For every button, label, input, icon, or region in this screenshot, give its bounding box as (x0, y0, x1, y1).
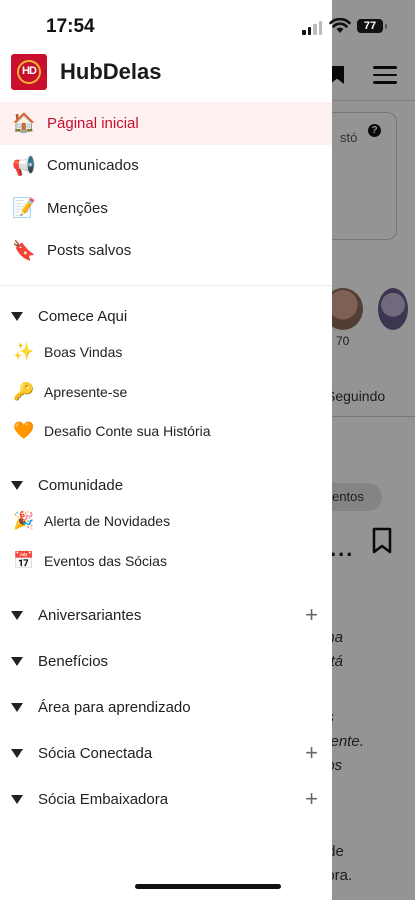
channel-label: Eventos das Sócias (44, 553, 167, 569)
section-beneficios[interactable]: Benefícios (0, 649, 332, 673)
navigation-drawer: HD HubDelas 🏠 Páginal inicial 📢 Comunica… (0, 0, 332, 900)
section-label: Comece Aqui (38, 307, 128, 325)
logo-text: HD (22, 65, 37, 77)
caret-down-icon (11, 748, 23, 758)
status-bar: 17:54 77 (0, 0, 415, 48)
section-area-para-aprendizado[interactable]: Área para aprendizado (0, 695, 332, 719)
megaphone-icon: 📢 (12, 155, 36, 177)
hubdelas-logo-icon: HD (11, 54, 47, 90)
battery-cap (385, 24, 387, 29)
caret-down-icon (11, 794, 23, 804)
brand-header[interactable]: HD HubDelas (11, 54, 161, 90)
nav-divider (0, 285, 332, 286)
memo-icon: 📝 (12, 198, 36, 220)
section-comunidade[interactable]: Comunidade (0, 473, 332, 497)
wifi-icon (329, 18, 351, 33)
section-label: Sócia Embaixadora (38, 790, 169, 808)
nav-item-label: Páginal inicial (47, 114, 139, 132)
channel-apresente-se[interactable]: 🔑 Apresente-se (0, 380, 332, 404)
brand-name: HubDelas (60, 59, 162, 84)
caret-down-icon (11, 656, 23, 666)
nav-item-home[interactable]: 🏠 Páginal inicial (0, 102, 332, 145)
nav-item-mencoes[interactable]: 📝 Menções (0, 187, 332, 230)
nav-item-comunicados[interactable]: 📢 Comunicados (0, 145, 332, 188)
battery-icon: 77 (357, 19, 383, 33)
add-channel-icon[interactable]: + (305, 742, 318, 764)
caret-down-icon (11, 610, 23, 620)
house-icon: 🏠 (12, 113, 36, 135)
channel-label: Desafio Conte sua História (44, 423, 211, 439)
channel-desafio-conte-sua-historia[interactable]: 🧡 Desafio Conte sua História (0, 419, 332, 443)
status-time: 17:54 (46, 16, 95, 37)
primary-nav: 🏠 Páginal inicial 📢 Comunicados 📝 Mençõe… (0, 102, 332, 272)
nav-item-label: Menções (47, 199, 108, 217)
home-indicator[interactable] (135, 884, 281, 889)
nav-item-label: Posts salvos (47, 242, 132, 260)
section-comece-aqui[interactable]: Comece Aqui (0, 304, 332, 328)
caret-down-icon (11, 480, 23, 490)
bookmark-ribbon-icon: 🔖 (12, 240, 36, 262)
section-socia-conectada[interactable]: Sócia Conectada + (0, 741, 332, 765)
key-icon: 🔑 (13, 382, 35, 401)
nav-item-posts-salvos[interactable]: 🔖 Posts salvos (0, 230, 332, 273)
caret-down-icon (11, 311, 23, 321)
cellular-signal-icon (302, 21, 322, 35)
channel-alerta-de-novidades[interactable]: 🎉 Alerta de Novidades (0, 509, 332, 533)
add-channel-icon[interactable]: + (305, 788, 318, 810)
section-label: Aniversariantes (38, 606, 142, 624)
caret-down-icon (11, 702, 23, 712)
channel-label: Boas Vindas (44, 344, 123, 360)
channel-eventos-das-socias[interactable]: 📅 Eventos das Sócias (0, 549, 332, 573)
section-socia-embaixadora[interactable]: Sócia Embaixadora + (0, 787, 332, 811)
sparkle-icon: ✨ (13, 342, 35, 361)
section-label: Sócia Conectada (38, 744, 153, 762)
channel-label: Apresente-se (44, 384, 128, 400)
nav-item-label: Comunicados (47, 157, 139, 175)
section-label: Benefícios (38, 652, 109, 670)
section-label: Comunidade (38, 476, 124, 494)
party-popper-icon: 🎉 (13, 511, 35, 530)
calendar-people-icon: 📅 (13, 551, 35, 570)
channel-boas-vindas[interactable]: ✨ Boas Vindas (0, 340, 332, 364)
orange-heart-icon: 🧡 (13, 421, 35, 440)
add-channel-icon[interactable]: + (305, 604, 318, 626)
section-label: Área para aprendizado (38, 698, 191, 716)
channel-label: Alerta de Novidades (44, 513, 171, 529)
section-aniversariantes[interactable]: Aniversariantes + (0, 603, 332, 627)
